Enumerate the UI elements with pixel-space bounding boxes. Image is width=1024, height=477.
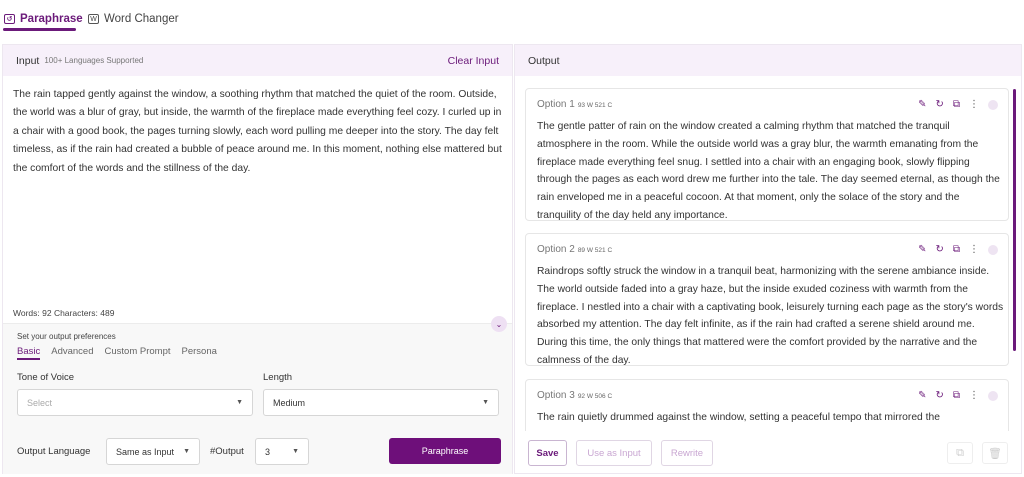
option-text: The gentle patter of rain on the window … — [537, 121, 1000, 221]
tab-custom-prompt[interactable]: Custom Prompt — [105, 346, 171, 360]
select-radio[interactable] — [988, 245, 998, 255]
use-as-input-button[interactable]: Use as Input — [576, 440, 652, 466]
option-text: Raindrops softly struck the window in a … — [537, 266, 1004, 366]
tab-word-changer[interactable]: W Word Changer — [88, 8, 179, 30]
select-radio[interactable] — [988, 100, 998, 110]
more-icon[interactable]: ⋮ — [969, 100, 979, 110]
preferences-title: Set your output preferences — [17, 332, 116, 341]
output-option-card: Option 1 93 W 521 C ✎ ↻ ⧉ ⋮ The gentle p… — [525, 88, 1009, 221]
output-scrollbar[interactable] — [1013, 89, 1016, 351]
edit-icon[interactable]: ✎ — [918, 100, 926, 110]
option-text: The rain quietly drummed against the win… — [537, 412, 940, 423]
length-value: Medium — [273, 397, 306, 408]
copy-all-icon[interactable]: ⧉ — [947, 442, 973, 464]
option-label: Option 2 — [537, 244, 575, 255]
tone-of-voice-select[interactable]: Select ▼ — [17, 389, 253, 416]
clear-input-button[interactable]: Clear Input — [448, 55, 499, 67]
output-panel: Output Option 1 93 W 521 C ✎ ↻ ⧉ ⋮ The g… — [514, 44, 1022, 474]
collapse-chevron-icon[interactable]: ⌄ — [491, 316, 507, 332]
length-label: Length — [263, 372, 293, 383]
output-header: Output — [515, 45, 1021, 76]
tab-basic[interactable]: Basic — [17, 346, 41, 360]
caret-down-icon: ▼ — [236, 399, 243, 406]
word-changer-icon: W — [88, 14, 99, 24]
option-label: Option 3 — [537, 390, 575, 401]
more-icon[interactable]: ⋮ — [969, 245, 979, 255]
output-language-select[interactable]: Same as Input ▼ — [106, 438, 200, 465]
input-subtitle: 100+ Languages Supported — [44, 56, 144, 65]
option-meta: 92 W 506 C — [577, 393, 613, 400]
output-preferences: ⌄ Set your output preferences Basic Adva… — [3, 316, 512, 474]
tab-paraphrase[interactable]: ↺ Paraphrase — [4, 8, 83, 30]
caret-down-icon: ▼ — [292, 448, 299, 455]
copy-icon[interactable]: ⧉ — [953, 391, 960, 401]
caret-down-icon: ▼ — [183, 448, 190, 455]
refresh-icon[interactable]: ↻ — [935, 391, 943, 401]
option-meta: 89 W 521 C — [577, 247, 613, 254]
tone-placeholder: Select — [27, 397, 53, 408]
caret-down-icon: ▼ — [482, 399, 489, 406]
num-output-select[interactable]: 3 ▼ — [255, 438, 309, 465]
output-title: Output — [528, 54, 560, 67]
output-list[interactable]: Option 1 93 W 521 C ✎ ↻ ⧉ ⋮ The gentle p… — [515, 76, 1021, 431]
trash-icon[interactable]: 🗑 — [982, 442, 1008, 464]
tab-persona[interactable]: Persona — [182, 346, 217, 360]
mode-tabs: ↺ Paraphrase W Word Changer — [0, 0, 1024, 32]
tab-paraphrase-label: Paraphrase — [20, 13, 83, 25]
paraphrase-icon: ↺ — [4, 14, 15, 24]
active-tab-indicator — [3, 28, 76, 31]
paraphrase-button[interactable]: Paraphrase — [389, 438, 501, 464]
rewrite-button[interactable]: Rewrite — [661, 440, 713, 466]
tab-advanced[interactable]: Advanced — [51, 346, 93, 360]
more-icon[interactable]: ⋮ — [969, 391, 979, 401]
refresh-icon[interactable]: ↻ — [935, 245, 943, 255]
copy-icon[interactable]: ⧉ — [953, 245, 960, 255]
save-button[interactable]: Save — [528, 440, 567, 466]
word-character-count: Words: 92 Characters: 489 — [13, 308, 115, 318]
output-option-card: Option 3 92 W 506 C ✎ ↻ ⧉ ⋮ The rain qui… — [525, 379, 1009, 431]
option-meta: 93 W 521 C — [577, 102, 613, 109]
output-language-label: Output Language — [17, 446, 91, 457]
copy-icon[interactable]: ⧉ — [953, 100, 960, 110]
tab-word-changer-label: Word Changer — [104, 13, 179, 25]
input-textarea[interactable]: The rain tapped gently against the windo… — [13, 86, 507, 178]
length-select[interactable]: Medium ▼ — [263, 389, 499, 416]
output-option-card: Option 2 89 W 521 C ✎ ↻ ⧉ ⋮ Raindrops so… — [525, 233, 1009, 366]
output-language-value: Same as Input — [116, 446, 175, 457]
tone-of-voice-label: Tone of Voice — [17, 372, 75, 383]
input-panel: Input 100+ Languages Supported Clear Inp… — [2, 44, 513, 474]
refresh-icon[interactable]: ↻ — [935, 100, 943, 110]
input-title: Input — [16, 54, 40, 67]
input-header: Input 100+ Languages Supported Clear Inp… — [3, 45, 512, 76]
select-radio[interactable] — [988, 391, 998, 401]
num-output-value: 3 — [265, 446, 271, 457]
edit-icon[interactable]: ✎ — [918, 245, 926, 255]
preferences-tabs: Basic Advanced Custom Prompt Persona — [17, 346, 217, 360]
option-label: Option 1 — [537, 99, 575, 110]
num-output-label: #Output — [210, 446, 244, 457]
edit-icon[interactable]: ✎ — [918, 391, 926, 401]
